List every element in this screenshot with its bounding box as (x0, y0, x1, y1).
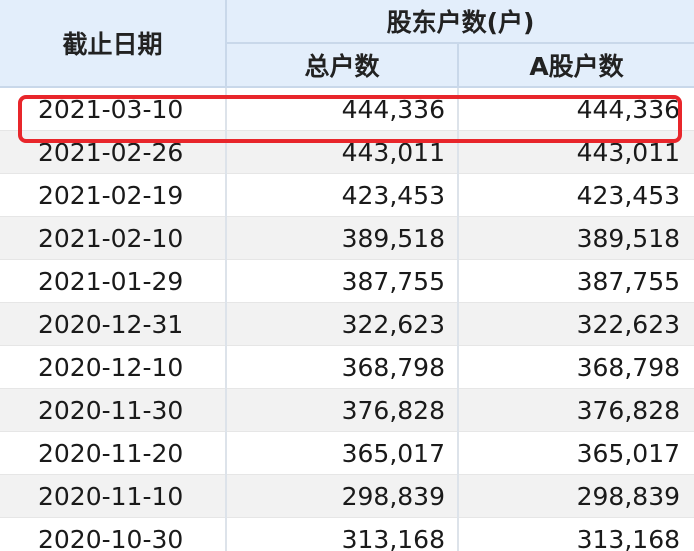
cell-date: 2020-11-30 (0, 388, 227, 432)
shareholder-table-view: 截止日期 股东户数(户) 总户数 A股户数 2021-03-10 444,336… (0, 0, 694, 551)
table-row[interactable]: 2020-11-30 376,828 376,828 (0, 388, 694, 432)
cell-date: 2021-02-10 (0, 216, 227, 260)
cell-total: 444,336 (226, 87, 459, 131)
table-row[interactable]: 2021-03-10 444,336 444,336 (0, 87, 694, 131)
table-row[interactable]: 2021-02-19 423,453 423,453 (0, 173, 694, 217)
cell-total: 368,798 (226, 345, 459, 389)
table-header: 截止日期 股东户数(户) 总户数 A股户数 (0, 0, 694, 88)
column-group-header-shareholders: 股东户数(户) (226, 0, 694, 44)
cell-date: 2020-12-10 (0, 345, 227, 389)
table-row[interactable]: 2020-11-10 298,839 298,839 (0, 474, 694, 518)
cell-total: 313,168 (226, 517, 459, 551)
column-header-date[interactable]: 截止日期 (0, 0, 227, 88)
cell-a-shares: 368,798 (458, 345, 694, 389)
column-header-a-shares[interactable]: A股户数 (458, 43, 694, 88)
table-row[interactable]: 2020-11-20 365,017 365,017 (0, 431, 694, 475)
cell-a-shares: 376,828 (458, 388, 694, 432)
cell-a-shares: 443,011 (458, 130, 694, 174)
cell-total: 387,755 (226, 259, 459, 303)
cell-date: 2020-10-30 (0, 517, 227, 551)
cell-a-shares: 387,755 (458, 259, 694, 303)
cell-date: 2020-11-10 (0, 474, 227, 518)
column-header-total[interactable]: 总户数 (226, 43, 459, 88)
cell-total: 298,839 (226, 474, 459, 518)
cell-date: 2020-12-31 (0, 302, 227, 346)
cell-a-shares: 423,453 (458, 173, 694, 217)
shareholder-count-table: 截止日期 股东户数(户) 总户数 A股户数 2021-03-10 444,336… (0, 0, 694, 551)
cell-total: 376,828 (226, 388, 459, 432)
table-row[interactable]: 2020-12-10 368,798 368,798 (0, 345, 694, 389)
cell-date: 2021-02-26 (0, 130, 227, 174)
cell-total: 365,017 (226, 431, 459, 475)
table-row[interactable]: 2021-02-26 443,011 443,011 (0, 130, 694, 174)
cell-total: 389,518 (226, 216, 459, 260)
table-row[interactable]: 2021-01-29 387,755 387,755 (0, 259, 694, 303)
cell-date: 2020-11-20 (0, 431, 227, 475)
cell-a-shares: 444,336 (458, 87, 694, 131)
table-row[interactable]: 2020-12-31 322,623 322,623 (0, 302, 694, 346)
cell-a-shares: 298,839 (458, 474, 694, 518)
table-row[interactable]: 2021-02-10 389,518 389,518 (0, 216, 694, 260)
cell-date: 2021-01-29 (0, 259, 227, 303)
table-body: 2021-03-10 444,336 444,336 2021-02-26 44… (0, 87, 694, 551)
cell-a-shares: 365,017 (458, 431, 694, 475)
cell-a-shares: 389,518 (458, 216, 694, 260)
cell-total: 443,011 (226, 130, 459, 174)
cell-date: 2021-03-10 (0, 87, 227, 131)
cell-total: 423,453 (226, 173, 459, 217)
cell-date: 2021-02-19 (0, 173, 227, 217)
table-row[interactable]: 2020-10-30 313,168 313,168 (0, 517, 694, 551)
cell-total: 322,623 (226, 302, 459, 346)
cell-a-shares: 322,623 (458, 302, 694, 346)
cell-a-shares: 313,168 (458, 517, 694, 551)
